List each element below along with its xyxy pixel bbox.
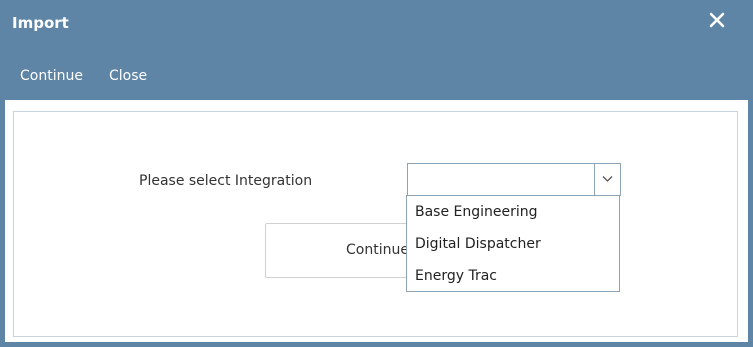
dropdown-option-energy-trac[interactable]: Energy Trac	[415, 268, 497, 284]
chevron-down-icon	[602, 176, 613, 182]
integration-dropdown-list: Base Engineering Digital Dispatcher Ener…	[406, 195, 620, 292]
title-bar: Import	[0, 0, 753, 50]
dropdown-option-digital-dispatcher[interactable]: Digital Dispatcher	[415, 236, 541, 252]
close-icon[interactable]	[706, 9, 728, 31]
dialog-body: Please select Integration Continue	[5, 100, 748, 342]
toolbar-continue-button[interactable]: Continue	[20, 68, 83, 84]
integration-label: Please select Integration	[139, 173, 313, 189]
continue-button-label: Continue	[346, 242, 409, 258]
toolbar-close-button[interactable]: Close	[109, 68, 147, 84]
dropdown-option-base-engineering[interactable]: Base Engineering	[415, 204, 538, 220]
integration-select-trigger[interactable]	[594, 164, 620, 195]
dialog-title: Import	[12, 14, 69, 32]
integration-select[interactable]	[407, 163, 621, 196]
form-panel: Please select Integration Continue	[13, 111, 738, 337]
toolbar: Continue Close	[0, 58, 753, 94]
import-dialog: Import Continue Close Please select Inte…	[0, 0, 753, 347]
